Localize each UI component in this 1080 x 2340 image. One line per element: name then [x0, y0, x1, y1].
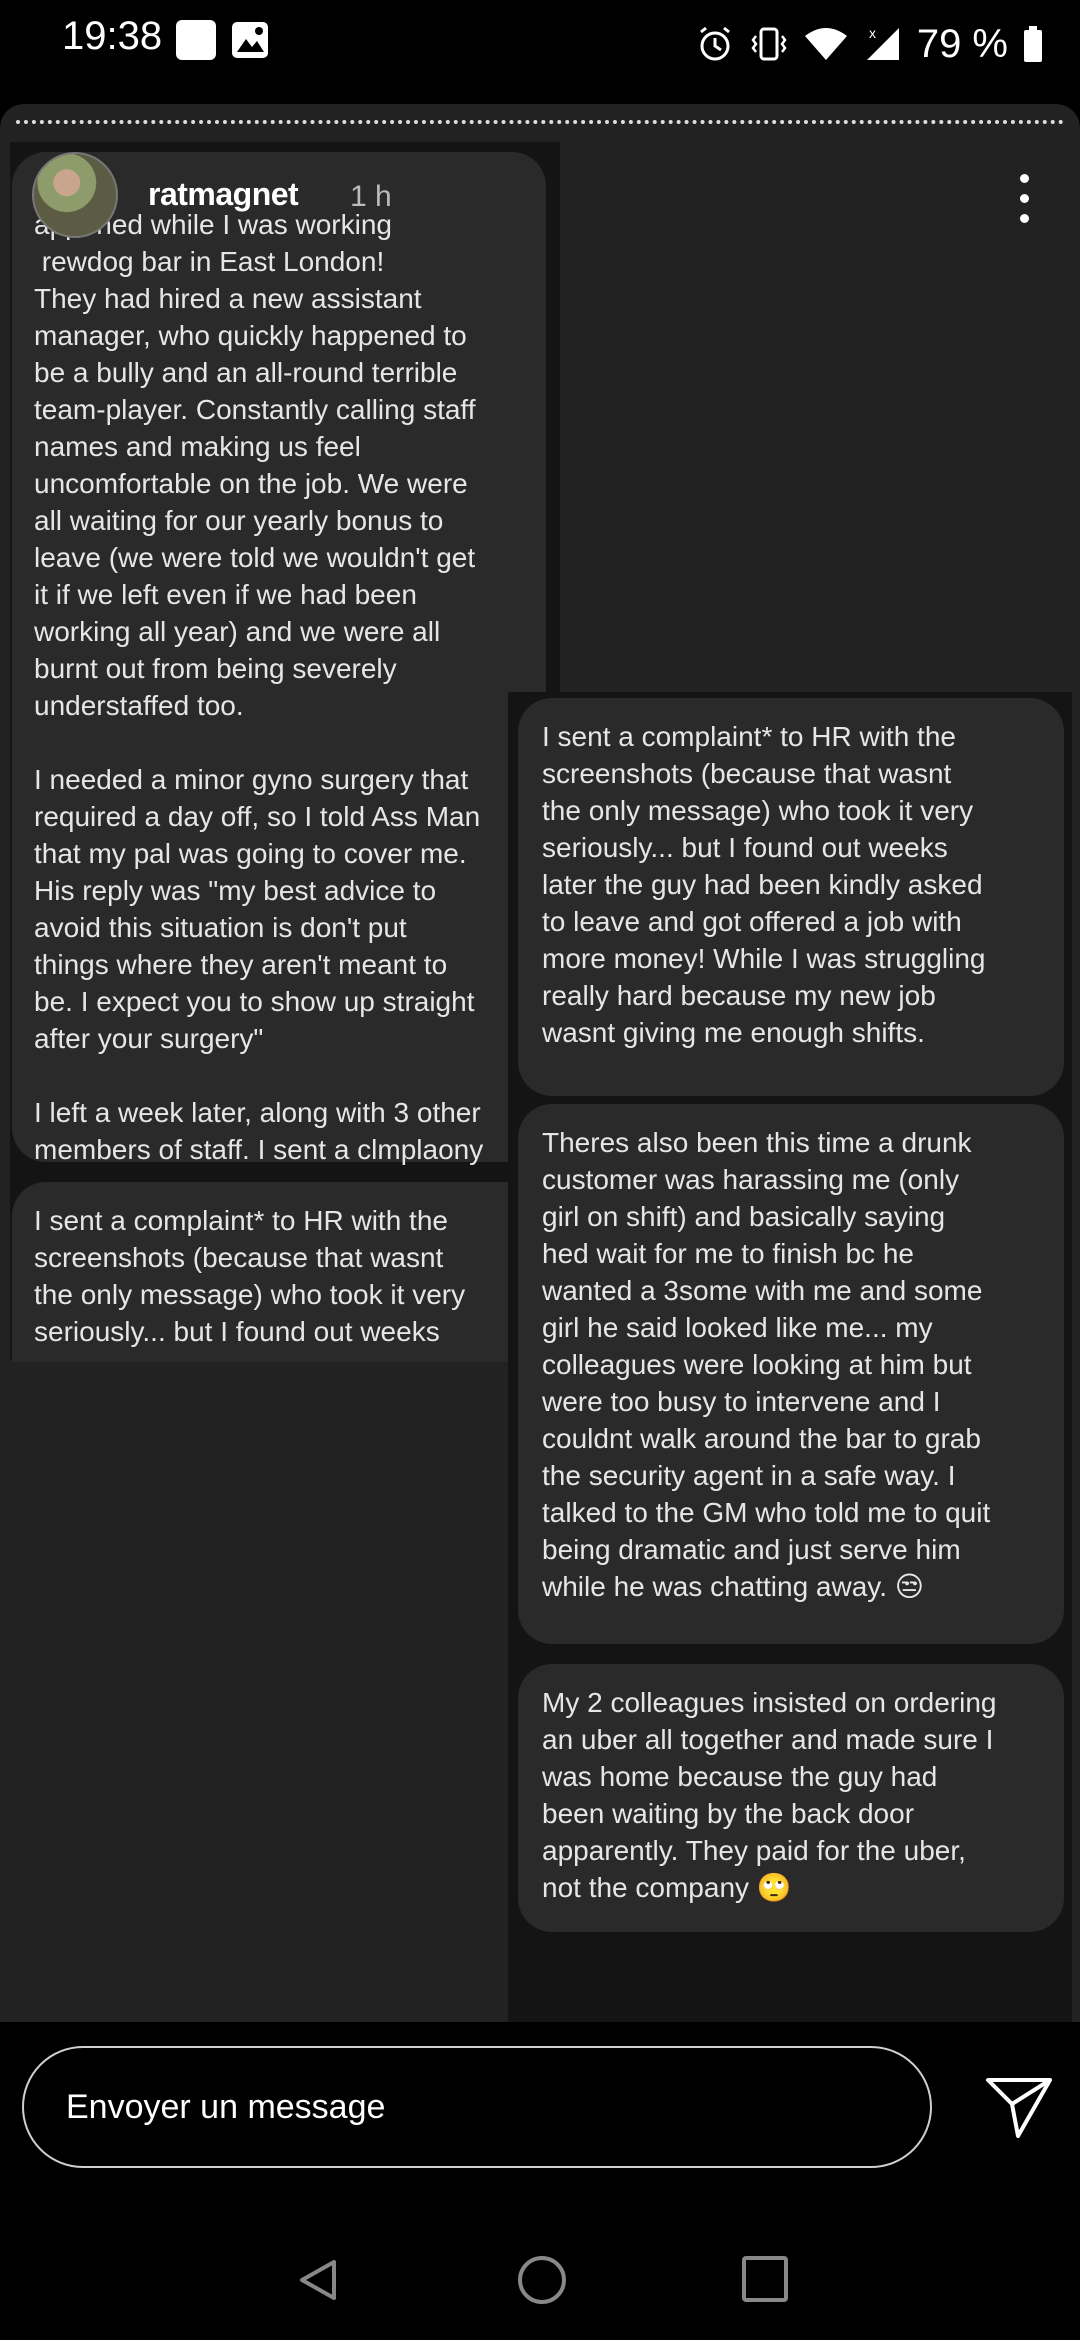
recents-icon[interactable]	[742, 2256, 788, 2302]
message-text: Theres also been this time a drunk custo…	[542, 1127, 991, 1602]
vibrate-icon	[751, 27, 787, 61]
username[interactable]: ratmagnet	[148, 176, 299, 213]
message-text: I sent a complaint* to HR with the scree…	[542, 721, 986, 1048]
status-icons: x 79 %	[695, 14, 1044, 74]
home-icon[interactable]	[518, 2256, 566, 2304]
message-text: My 2 colleagues insisted on ordering an …	[542, 1687, 997, 1903]
more-icon-dot	[1020, 194, 1029, 203]
status-time: 19:38	[62, 14, 163, 58]
signal-icon: x	[866, 25, 899, 60]
image-icon	[232, 22, 268, 58]
wifi-icon	[804, 28, 847, 60]
status-bar: 19:38 x 79 %	[0, 0, 1080, 90]
svg-text:x: x	[869, 25, 876, 41]
alarm-icon	[699, 26, 730, 61]
battery-icon	[1024, 26, 1042, 62]
message-text: appened while I was working rewdog bar i…	[34, 209, 484, 1165]
story-viewer[interactable]: appened while I was working rewdog bar i…	[0, 104, 1080, 2022]
more-options-button[interactable]	[1010, 170, 1038, 230]
message-bubble: Theres also been this time a drunk custo…	[518, 1104, 1064, 1644]
message-bubble: I sent a complaint* to HR with the scree…	[12, 1182, 546, 1362]
avatar[interactable]	[32, 152, 118, 238]
message-input[interactable]	[22, 2046, 932, 2168]
battery-percent: 79 %	[916, 21, 1008, 66]
system-nav-bar	[0, 2220, 1080, 2340]
message-text: I sent a complaint* to HR with the scree…	[34, 1205, 466, 1347]
send-icon[interactable]	[984, 2074, 1054, 2140]
notification-square-icon	[176, 20, 216, 60]
more-icon	[1020, 174, 1029, 183]
story-time: 1 h	[350, 180, 392, 213]
message-bubble: appened while I was working rewdog bar i…	[12, 152, 546, 1165]
message-bubble: I sent a complaint* to HR with the scree…	[518, 698, 1064, 1096]
story-progress-bar	[16, 120, 1064, 124]
back-icon[interactable]	[298, 2258, 338, 2302]
message-bubble: My 2 colleagues insisted on ordering an …	[518, 1664, 1064, 1932]
more-icon-dot	[1020, 214, 1029, 223]
